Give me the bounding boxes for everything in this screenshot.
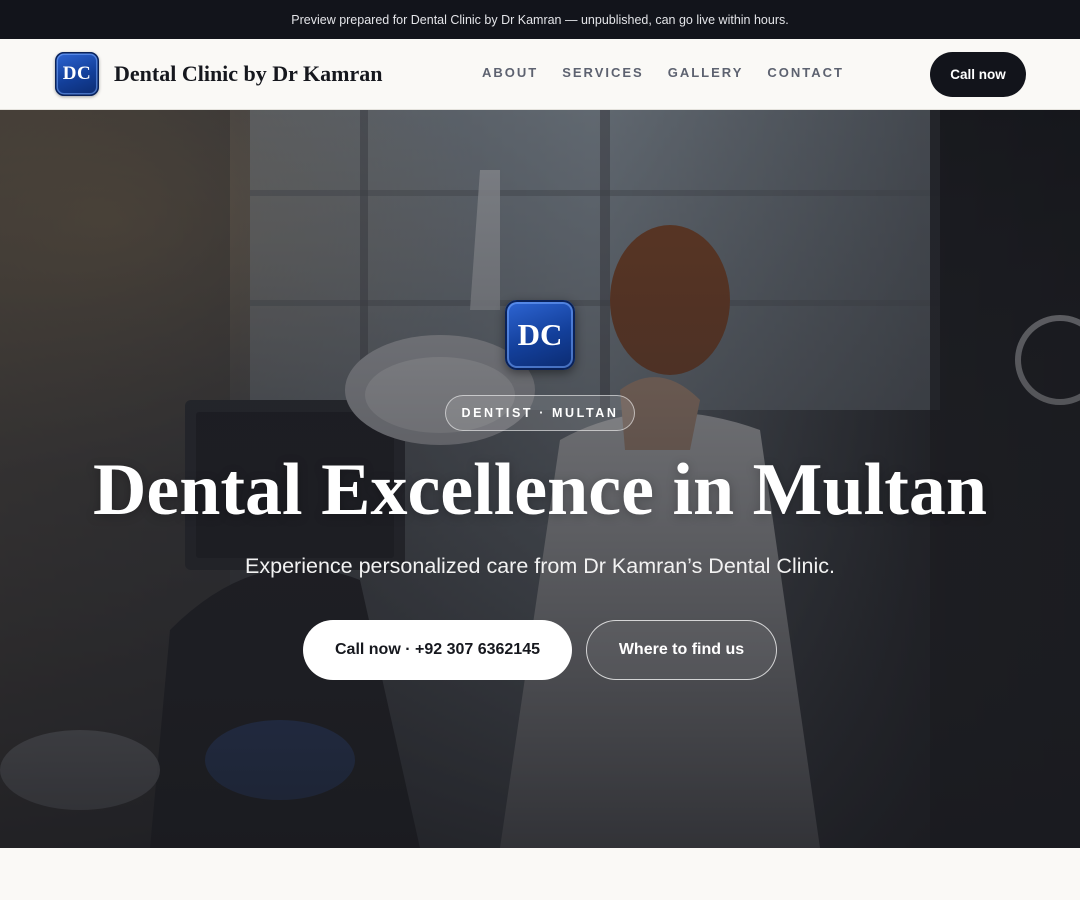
hero-monogram: DC: [517, 317, 563, 352]
nav-link-about[interactable]: ABOUT: [482, 65, 538, 80]
hero-subtitle: Experience personalized care from Dr Kam…: [245, 554, 835, 578]
brand-monogram: DC: [62, 63, 92, 84]
header-call-now-button[interactable]: Call now: [930, 52, 1026, 97]
preview-banner-text: Preview prepared for Dental Clinic by Dr…: [291, 12, 789, 27]
nav-link-gallery[interactable]: GALLERY: [668, 65, 744, 80]
hero-title: Dental Excellence in Multan: [92, 449, 988, 531]
hero-section: DC DENTIST · MULTAN Dental Excellence in…: [0, 110, 1080, 848]
preview-banner: Preview prepared for Dental Clinic by Dr…: [0, 0, 1080, 39]
hero-call-now-button[interactable]: Call now · +92 307 6362145: [303, 620, 572, 680]
main-navigation: ABOUT SERVICES GALLERY CONTACT: [482, 65, 868, 80]
nav-link-contact[interactable]: CONTACT: [767, 65, 844, 80]
hero-logo-icon: DC: [505, 300, 575, 370]
brand-name[interactable]: Dental Clinic by Dr Kamran: [114, 61, 382, 87]
site-header: DC Dental Clinic by Dr Kamran ABOUT SERV…: [0, 39, 1080, 110]
brand-logo-icon[interactable]: DC: [55, 52, 99, 96]
hero-find-us-button[interactable]: Where to find us: [586, 620, 777, 680]
nav-link-services[interactable]: SERVICES: [562, 65, 644, 80]
hero-eyebrow-pill: DENTIST · MULTAN: [445, 395, 635, 431]
